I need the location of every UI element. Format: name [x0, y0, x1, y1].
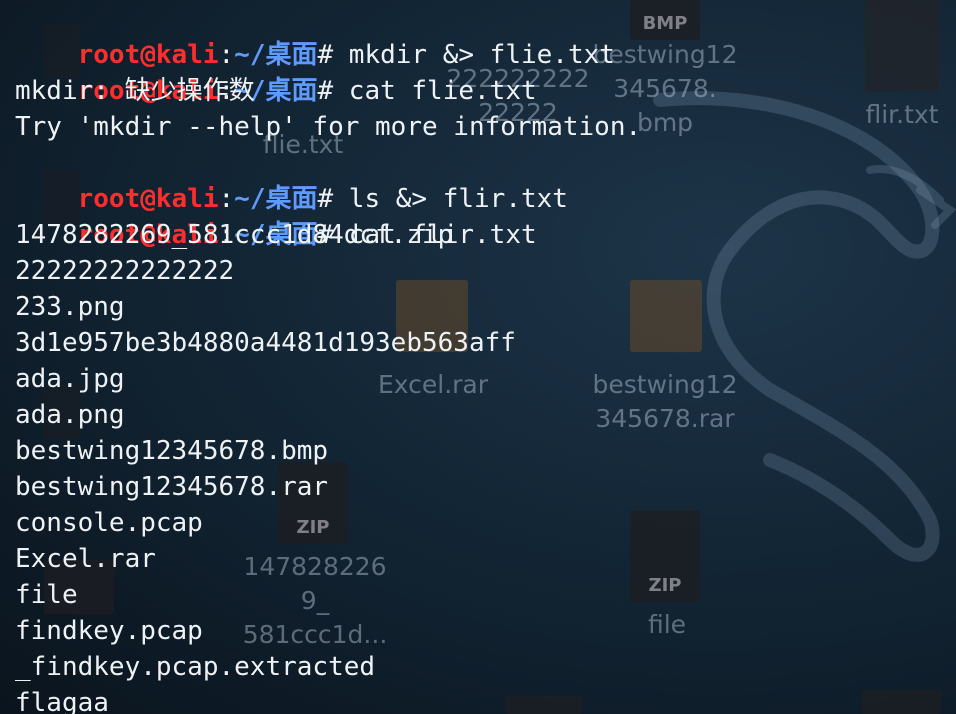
file-listing-line: flagaa [15, 688, 109, 714]
command-line: root@kali:~/桌面# cat flie.txt [15, 37, 537, 106]
file-listing-line: findkey.pcap [15, 616, 203, 646]
file-listing-line: Excel.rar [15, 544, 156, 574]
command-line: root@kali:~/桌面# mkdir &> flie.txt [15, 1, 615, 70]
error-output-line: Try 'mkdir --help' for more information. [15, 112, 642, 142]
command-line: root@kali:~/桌面# ls &> flir.txt [15, 145, 568, 214]
prompt-symbol: # [317, 76, 334, 106]
file-listing-line: 3d1e957be3b4880a4481d193eb563aff [15, 328, 516, 358]
file-listing-line: 22222222222222 [15, 256, 235, 286]
file-listing-line: console.pcap [15, 508, 203, 538]
file-listing-line: bestwing12345678.rar [15, 472, 329, 502]
file-listing-line: 1478282269_581ccc1d84dcf.zip [15, 220, 454, 250]
command-text: cat flie.txt [333, 76, 537, 106]
terminal-output[interactable]: root@kali:~/桌面# mkdir &> flie.txt root@k… [0, 0, 956, 714]
command-line: root@kali:~/桌面# cat flir.txt [15, 181, 537, 250]
file-listing-line: ada.jpg [15, 364, 125, 394]
file-listing-line: ada.png [15, 400, 125, 430]
file-listing-line: bestwing12345678.bmp [15, 436, 329, 466]
file-listing-line: file [15, 580, 78, 610]
file-listing-line: _findkey.pcap.extracted [15, 652, 376, 682]
error-output-line: mkdir: 缺少操作数 [15, 76, 255, 106]
file-listing-line: 233.png [15, 292, 125, 322]
